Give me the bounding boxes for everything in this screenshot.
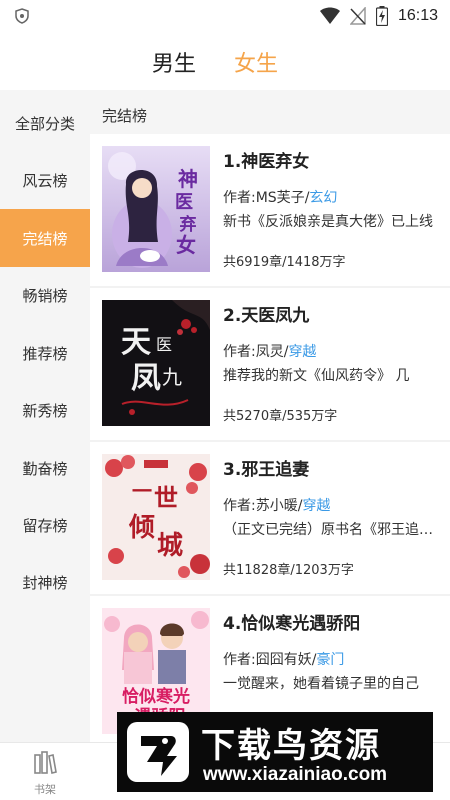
nav-bookshelf[interactable]: 书架	[0, 747, 90, 799]
sidebar-item-label: 封神榜	[22, 573, 68, 592]
svg-text:恰似寒光: 恰似寒光	[122, 686, 190, 707]
sidebar-item-label: 推荐榜	[22, 344, 68, 363]
book-cover[interactable]: 神 医 弃 女	[102, 146, 210, 272]
book-author: 作者:MS芙子/玄幻	[223, 190, 338, 206]
book-author: 作者:囧囧有妖/豪门	[223, 652, 345, 668]
book-item[interactable]: 天 医 凤 九 2.天医凤九 作者:凤灵/穿越 推荐我的新文《仙风药令》 几 共…	[90, 288, 450, 440]
genre-tag[interactable]: 玄幻	[309, 190, 337, 206]
status-time: 16:13	[397, 7, 438, 24]
book-item[interactable]: 一 世 倾 城 3.邪王追妻 作者:苏小暖/穿越 （正文已完结）原书名《邪王追妻…	[90, 442, 450, 594]
book-description: （正文已完结）原书名《邪王追妻》	[223, 522, 433, 538]
book-stats: 共11828章/1203万字	[223, 563, 354, 578]
sidebar-item-label: 全部分类	[14, 114, 75, 133]
svg-text:一: 一	[132, 479, 152, 503]
book-description: 一觉醒来，她看着镜子里的自己	[223, 676, 419, 692]
watermark-title: 下载鸟资源	[201, 726, 381, 766]
book-cover[interactable]: 一 世 倾 城	[102, 454, 210, 580]
book-title[interactable]: 4.恰似寒光遇骄阳	[223, 609, 360, 634]
nav-label: 书架	[34, 783, 56, 796]
book-author: 作者:凤灵/穿越	[223, 344, 317, 360]
no-signal-icon	[349, 7, 366, 25]
sidebar-item-label: 勤奋榜	[22, 459, 68, 478]
book-author: 作者:苏小暖/穿越	[223, 498, 331, 514]
genre-tag[interactable]: 豪门	[316, 652, 344, 668]
sidebar-item-bestseller[interactable]: 畅销榜	[0, 266, 90, 324]
section-title: 完结榜	[102, 107, 148, 125]
category-sidebar: 全部分类 风云榜 完结榜 畅销榜 推荐榜 新秀榜 勤奋榜 留存榜 封神榜	[0, 90, 90, 742]
gender-tabs: 男生 女生	[0, 32, 450, 90]
sidebar-item-retention[interactable]: 留存榜	[0, 496, 90, 554]
book-item[interactable]: 神 医 弃 女 1.神医弃女 作者:MS芙子/玄幻 新书《反派娘亲是真大佬》已上…	[90, 134, 450, 286]
status-icons: 16:13	[319, 6, 438, 26]
svg-text:凤: 凤	[131, 361, 161, 396]
svg-text:医: 医	[156, 335, 172, 354]
svg-text:女: 女	[176, 233, 196, 257]
svg-text:九: 九	[162, 365, 182, 389]
svg-text:医: 医	[175, 192, 193, 213]
shield-icon	[15, 8, 29, 24]
bird-logo-icon	[127, 722, 189, 782]
book-description: 新书《反派娘亲是真大佬》已上线	[223, 214, 433, 230]
svg-text:神: 神	[178, 167, 198, 191]
sidebar-item-completed[interactable]: 完结榜	[0, 209, 90, 267]
sidebar-item-hall-of-fame[interactable]: 封神榜	[0, 553, 90, 611]
sidebar-item-all-categories[interactable]: 全部分类	[0, 94, 90, 152]
sidebar-item-label: 风云榜	[22, 171, 68, 190]
sidebar-item-label: 留存榜	[22, 516, 68, 535]
sidebar-item-label: 畅销榜	[22, 286, 68, 305]
sidebar-item-diligent[interactable]: 勤奋榜	[0, 439, 90, 497]
app-screen: 16:13 男生 女生 全部分类 风云榜 完结榜 畅销榜 推荐榜 新秀榜 勤奋榜…	[0, 0, 450, 800]
genre-tag[interactable]: 穿越	[302, 498, 330, 514]
svg-text:世: 世	[154, 483, 178, 512]
sidebar-item-label: 新秀榜	[22, 401, 68, 420]
ranking-list: 完结榜 神 医 弃 女 1.神医弃女 作者:MS芙子/玄幻 新书《反派娘亲是真大…	[90, 90, 450, 742]
book-cover[interactable]: 天 医 凤 九	[102, 300, 210, 426]
svg-text:倾: 倾	[128, 513, 155, 543]
status-bar: 16:13	[0, 0, 450, 32]
sidebar-item-fengyun[interactable]: 风云榜	[0, 151, 90, 209]
book-stats: 共6919章/1418万字	[223, 255, 346, 270]
svg-text:城: 城	[157, 531, 183, 561]
watermark: 下载鸟资源 www.xiazainiao.com	[117, 712, 433, 792]
wifi-icon	[319, 7, 340, 24]
bookshelf-icon	[34, 751, 57, 774]
book-description: 推荐我的新文《仙风药令》 几	[223, 368, 410, 384]
svg-text:天: 天	[121, 325, 151, 360]
book-stats: 共5270章/535万字	[223, 409, 338, 424]
sidebar-item-label: 完结榜	[22, 229, 68, 248]
sidebar-item-recommended[interactable]: 推荐榜	[0, 324, 90, 382]
book-title[interactable]: 3.邪王追妻	[223, 455, 309, 480]
watermark-url: www.xiazainiao.com	[203, 764, 388, 785]
tab-female[interactable]: 女生	[234, 46, 278, 78]
book-title[interactable]: 2.天医凤九	[223, 301, 309, 326]
svg-text:弃: 弃	[180, 214, 197, 235]
book-title[interactable]: 1.神医弃女	[223, 147, 309, 172]
battery-icon	[375, 6, 388, 26]
sidebar-item-newcomer[interactable]: 新秀榜	[0, 381, 90, 439]
tab-male[interactable]: 男生	[152, 46, 196, 78]
genre-tag[interactable]: 穿越	[288, 344, 316, 360]
